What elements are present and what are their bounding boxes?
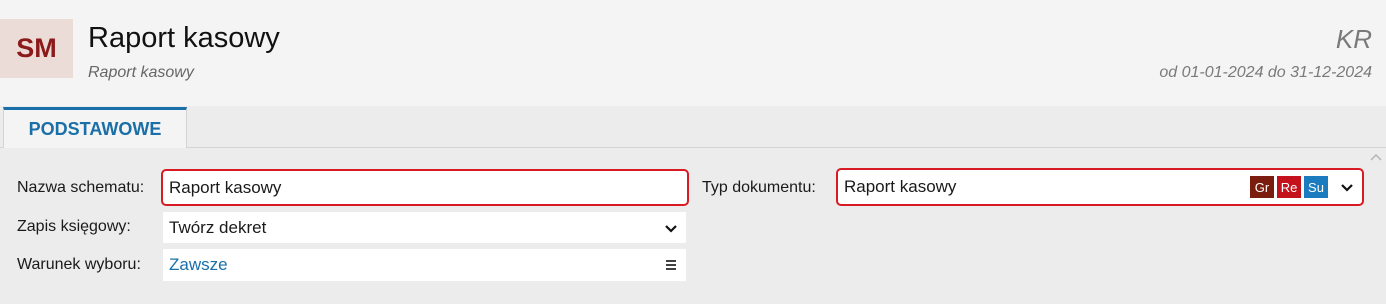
avatar: SM <box>0 19 73 78</box>
document-code: KR <box>1335 24 1372 54</box>
badge-re[interactable]: Re <box>1277 176 1301 198</box>
scheme-name-value: Raport kasowy <box>169 177 282 197</box>
document-type-badges: Gr Re Su <box>1250 176 1328 198</box>
page-subtitle: Raport kasowy <box>88 64 194 81</box>
scheme-name-field[interactable]: Raport kasowy <box>161 169 689 206</box>
accounting-entry-value: Twórz dekret <box>169 217 267 237</box>
chevron-up-icon[interactable] <box>1370 152 1382 162</box>
selection-condition-value[interactable]: Zawsze <box>169 255 228 275</box>
badge-gr[interactable]: Gr <box>1250 176 1274 198</box>
header: SM Raport kasowy Raport kasowy KR od 01-… <box>0 0 1386 106</box>
period-range: od 01-01-2024 do 31-12-2024 <box>1159 64 1372 81</box>
page-title: Raport kasowy <box>88 22 280 54</box>
chevron-down-icon[interactable] <box>1340 182 1354 192</box>
tab-podstawowe[interactable]: PODSTAWOWE <box>3 107 187 149</box>
scheme-name-label: Nazwa schematu: <box>17 179 145 196</box>
document-type-field[interactable]: Raport kasowy Gr Re Su <box>836 168 1364 206</box>
selection-condition-field[interactable]: Zawsze <box>163 249 686 281</box>
document-type-label: Typ dokumentu: <box>702 179 816 196</box>
selection-condition-label: Warunek wyboru: <box>17 256 141 273</box>
accounting-entry-select[interactable]: Twórz dekret <box>163 212 686 243</box>
badge-su[interactable]: Su <box>1304 176 1328 198</box>
document-type-value: Raport kasowy <box>844 177 957 196</box>
chevron-down-icon[interactable] <box>664 223 678 233</box>
menu-icon[interactable] <box>664 259 678 271</box>
tab-bar: PODSTAWOWE <box>0 106 1386 149</box>
accounting-entry-label: Zapis księgowy: <box>17 218 131 235</box>
form-panel: Nazwa schematu: Raport kasowy Typ dokume… <box>0 148 1386 304</box>
